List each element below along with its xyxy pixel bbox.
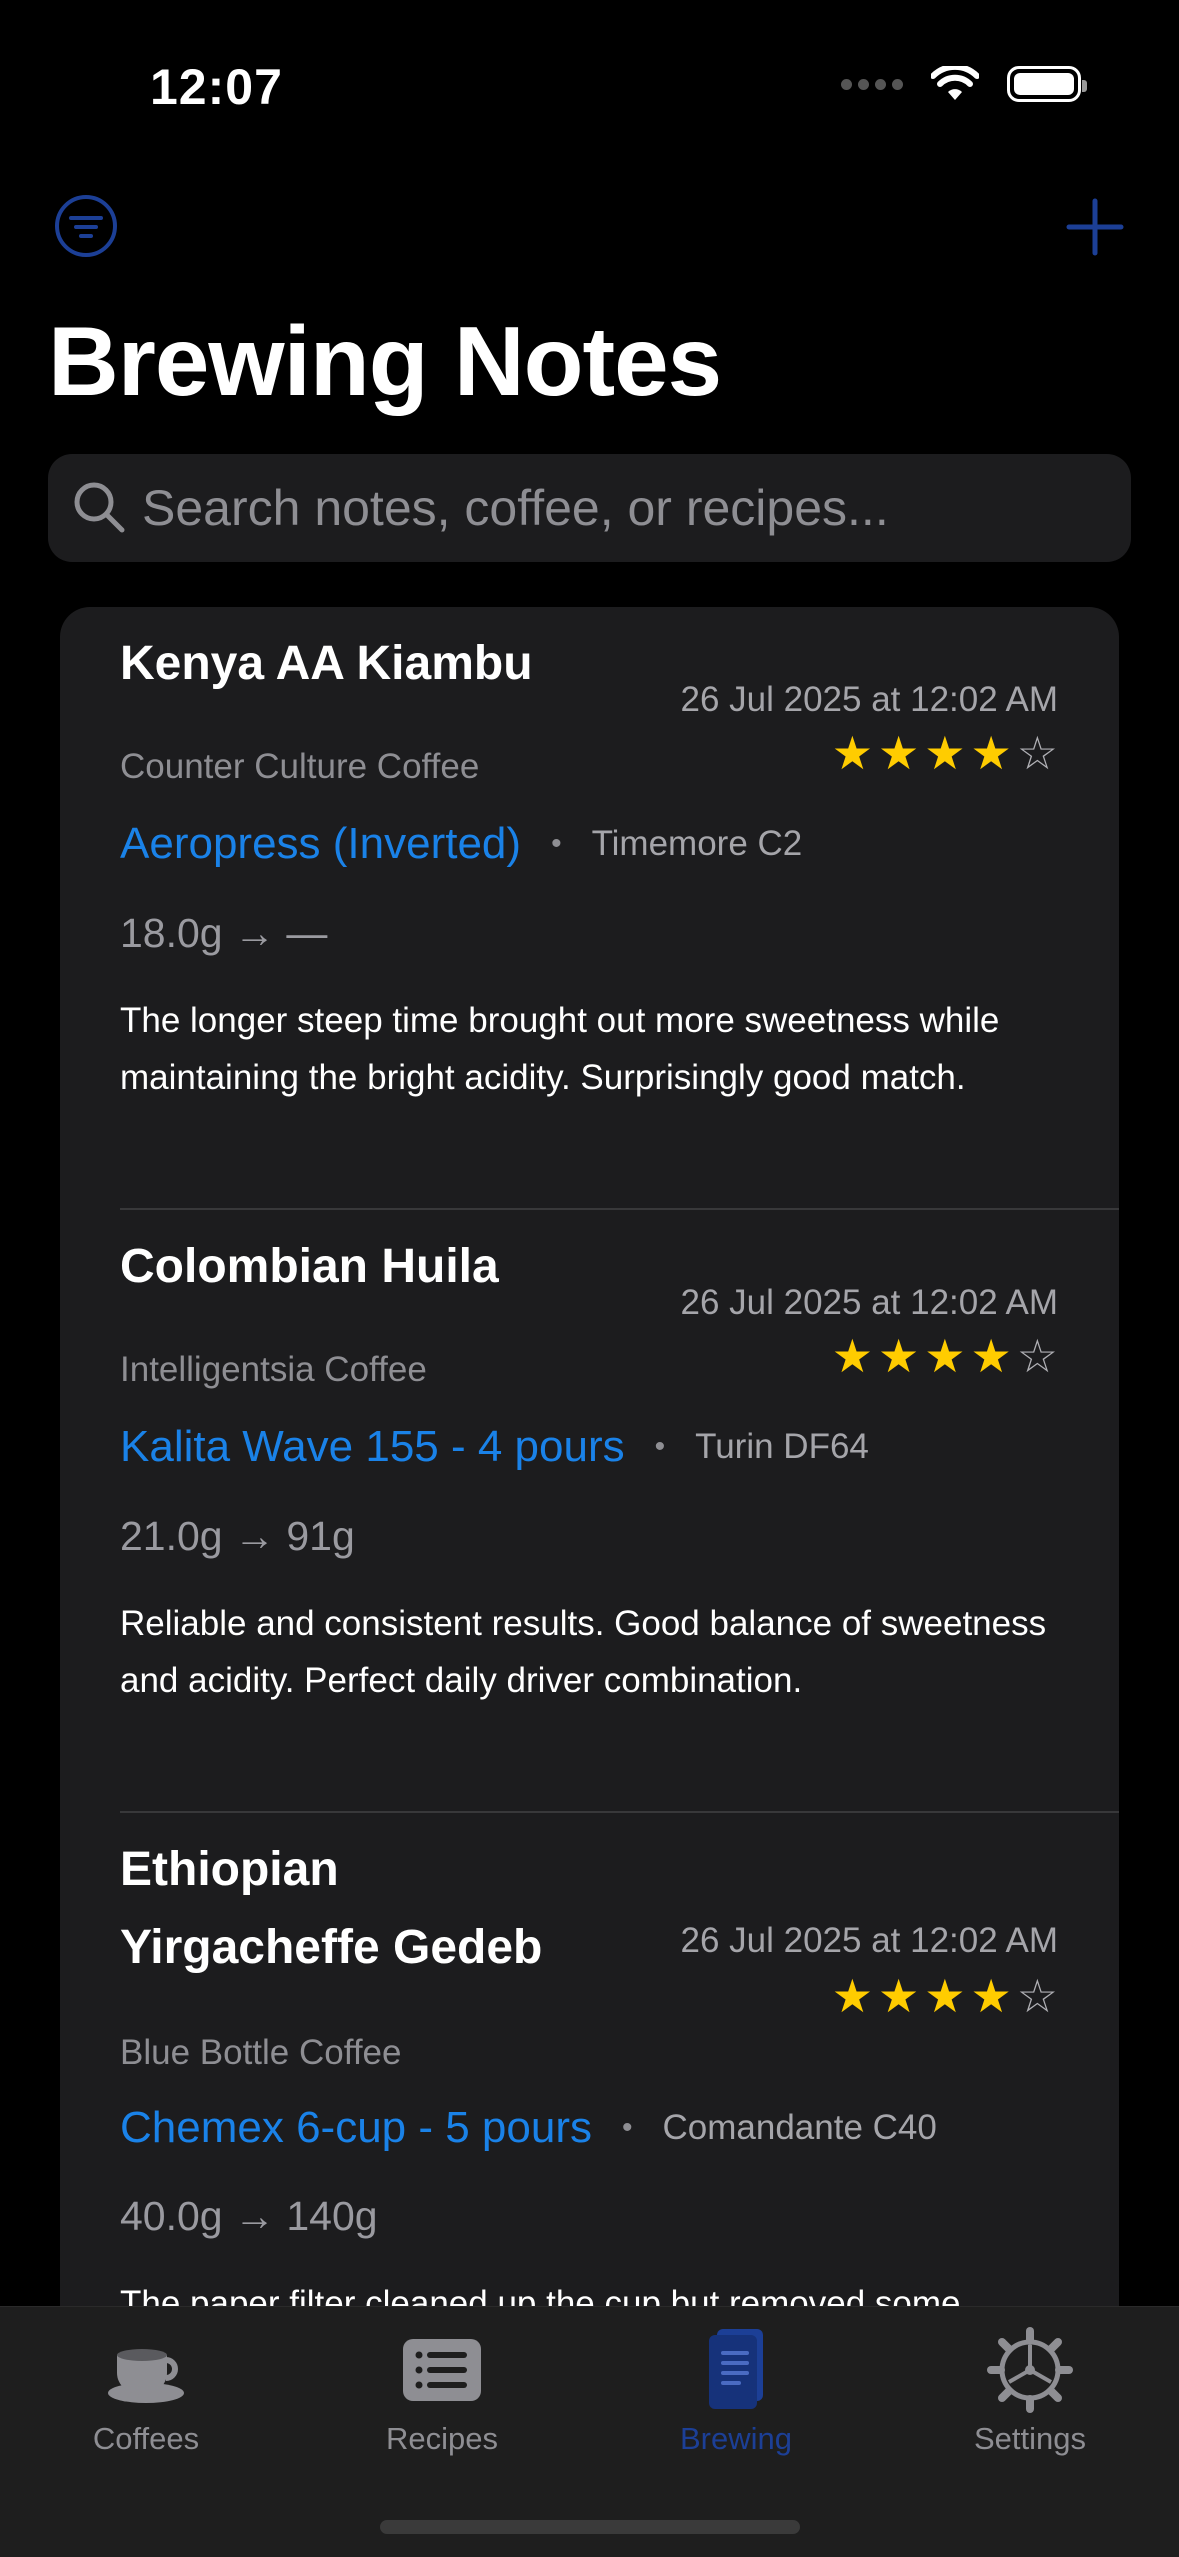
recipe-list-icon <box>403 2339 481 2401</box>
star-filled-icon: ★ <box>970 726 1012 780</box>
note-date: 26 Jul 2025 at 12:02 AM <box>680 680 1059 719</box>
tab-bar: Coffees Recipes Brewing Settings <box>0 2306 1179 2557</box>
star-filled-icon: ★ <box>878 726 920 780</box>
star-filled-icon: ★ <box>831 726 873 780</box>
tab-label: Coffees <box>92 2421 200 2456</box>
roaster-name: Counter Culture Coffee <box>120 747 480 786</box>
notes-list[interactable]: Kenya AA Kiambu Counter Culture Coffee 2… <box>60 607 1119 2407</box>
tab-coffees[interactable]: Coffees <box>46 2327 246 2457</box>
recipe-link[interactable]: Aeropress (Inverted) <box>120 819 521 869</box>
tab-brewing[interactable]: Brewing <box>636 2327 836 2457</box>
status-icons <box>841 66 1087 102</box>
tab-label: Settings <box>973 2421 1086 2456</box>
recipe-link[interactable]: Kalita Wave 155 - 4 pours <box>120 1422 625 1472</box>
star-empty-icon: ☆ <box>1016 726 1058 780</box>
star-empty-icon: ☆ <box>1016 1329 1058 1383</box>
gear-icon <box>987 2327 1073 2413</box>
star-filled-icon: ★ <box>831 1969 873 2023</box>
grinder-name: Turin DF64 <box>695 1427 869 1466</box>
status-time: 12:07 <box>150 59 283 115</box>
cellular-signal-icon <box>841 78 903 90</box>
roaster-name: Intelligentsia Coffee <box>120 1350 427 1389</box>
page-title: Brewing Notes <box>48 306 722 416</box>
star-filled-icon: ★ <box>924 726 966 780</box>
separator-dot: • <box>551 827 562 860</box>
search-input[interactable] <box>142 472 1102 544</box>
recipe-row: Kalita Wave 155 - 4 pours • Turin DF64 <box>120 1422 869 1472</box>
brew-ratio: 18.0g → — <box>120 910 328 956</box>
note-card[interactable]: Kenya AA Kiambu Counter Culture Coffee 2… <box>60 607 1119 1210</box>
recipe-row: Chemex 6-cup - 5 pours • Comandante C40 <box>120 2103 937 2153</box>
note-card[interactable]: Colombian Huila Intelligentsia Coffee 26… <box>60 1210 1119 1813</box>
filter-icon[interactable] <box>54 194 118 258</box>
note-text: The longer steep time brought out more s… <box>120 1001 1000 1097</box>
note-date: 26 Jul 2025 at 12:02 AM <box>680 1283 1059 1322</box>
grinder-name: Comandante C40 <box>662 2108 937 2147</box>
coffee-name-line2: Yirgacheffe Gedeb <box>120 1921 543 1974</box>
star-filled-icon: ★ <box>831 1329 873 1383</box>
coffee-name: Colombian Huila <box>120 1240 499 1293</box>
star-filled-icon: ★ <box>970 1329 1012 1383</box>
star-filled-icon: ★ <box>878 1329 920 1383</box>
tab-recipes[interactable]: Recipes <box>342 2327 542 2457</box>
home-indicator <box>380 2520 800 2534</box>
brew-ratio: 21.0g → 91g <box>120 1513 355 1559</box>
tab-settings[interactable]: Settings <box>930 2327 1130 2457</box>
coffee-name: Ethiopian <box>120 1843 339 1896</box>
tab-label: Recipes <box>386 2421 498 2456</box>
grinder-name: Timemore C2 <box>591 824 803 863</box>
coffee-name: Kenya AA Kiambu <box>120 637 533 690</box>
rating-stars: ★ ★ ★ ★ ☆ <box>832 730 1058 776</box>
rating-stars: ★ ★ ★ ★ ☆ <box>832 1973 1058 2019</box>
star-empty-icon: ☆ <box>1016 1969 1058 2023</box>
rating-stars: ★ ★ ★ ★ ☆ <box>832 1333 1058 1379</box>
note-date: 26 Jul 2025 at 12:02 AM <box>680 1921 1059 1960</box>
separator-dot: • <box>654 1430 666 1463</box>
brew-ratio: 40.0g → 140g <box>120 2193 378 2239</box>
star-filled-icon: ★ <box>924 1329 966 1383</box>
coffee-cup-icon <box>108 2349 184 2403</box>
star-filled-icon: ★ <box>878 1969 920 2023</box>
recipe-link[interactable]: Chemex 6-cup - 5 pours <box>120 2103 592 2153</box>
search-icon <box>74 482 125 533</box>
tab-label: Brewing <box>680 2421 792 2456</box>
search-bar[interactable] <box>48 454 1131 562</box>
star-filled-icon: ★ <box>924 1969 966 2023</box>
roaster-name: Blue Bottle Coffee <box>120 2033 402 2072</box>
wifi-icon <box>931 66 979 100</box>
battery-icon <box>1007 66 1087 102</box>
separator-dot: • <box>622 2111 633 2144</box>
note-text: Reliable and consistent results. Good ba… <box>120 1604 1047 1700</box>
notebook-icon <box>709 2329 763 2409</box>
recipe-row: Aeropress (Inverted) • Timemore C2 <box>120 819 802 869</box>
star-filled-icon: ★ <box>970 1969 1012 2023</box>
add-icon[interactable] <box>1064 196 1126 258</box>
